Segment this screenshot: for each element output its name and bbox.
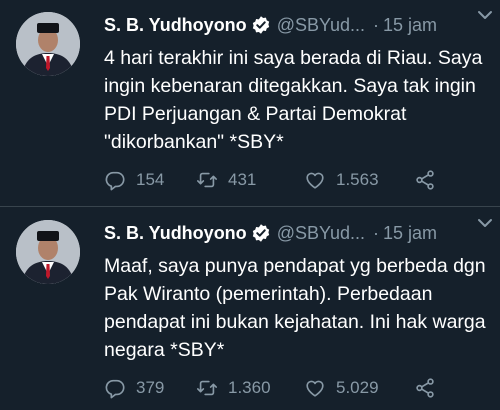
- tweet-actions: 154 431 1.563: [104, 166, 436, 194]
- reply-button[interactable]: 379: [104, 377, 196, 399]
- avatar[interactable]: [16, 220, 80, 284]
- avatar[interactable]: [16, 12, 80, 76]
- retweet-button[interactable]: 1.360: [196, 377, 304, 399]
- share-button[interactable]: [414, 377, 436, 399]
- like-count: 5.029: [336, 378, 379, 397]
- tweet-1[interactable]: S. B. Yudhoyono @SBYud... · 15 jam 4 har…: [0, 0, 500, 207]
- verified-badge-icon: [251, 223, 271, 243]
- tweet-header: S. B. Yudhoyono @SBYud... · 15 jam: [104, 218, 490, 248]
- reply-button[interactable]: 154: [104, 169, 196, 191]
- reply-count: 379: [136, 378, 165, 397]
- share-icon: [416, 378, 434, 398]
- timestamp[interactable]: 15 jam: [383, 15, 437, 36]
- display-name[interactable]: S. B. Yudhoyono: [104, 15, 247, 36]
- tweet-2[interactable]: S. B. Yudhoyono @SBYud... · 15 jam Maaf,…: [0, 208, 500, 410]
- separator-dot: ·: [373, 222, 380, 243]
- retweet-button[interactable]: 431: [196, 169, 304, 191]
- heart-icon: [306, 380, 324, 397]
- share-button[interactable]: [414, 169, 436, 191]
- like-button[interactable]: 5.029: [304, 377, 414, 399]
- avatar-image: [16, 12, 80, 76]
- display-name[interactable]: S. B. Yudhoyono: [104, 223, 247, 244]
- retweet-count: 431: [228, 170, 257, 189]
- tweet-text: Maaf, saya punya pendapat yg berbeda dgn…: [104, 255, 486, 361]
- like-button[interactable]: 1.563: [304, 169, 414, 191]
- reply-count: 154: [136, 170, 165, 189]
- retweet-icon: [197, 172, 217, 188]
- timestamp[interactable]: 15 jam: [383, 223, 437, 244]
- user-handle[interactable]: @SBYud...: [277, 223, 365, 244]
- tweet-actions: 379 1.360 5.029: [104, 374, 436, 402]
- reply-icon: [105, 379, 125, 399]
- user-handle[interactable]: @SBYud...: [277, 15, 365, 36]
- reply-icon: [105, 171, 125, 191]
- tweet-header: S. B. Yudhoyono @SBYud... · 15 jam: [104, 10, 490, 40]
- heart-icon: [306, 172, 324, 189]
- chevron-down-icon[interactable]: [476, 6, 494, 24]
- like-count: 1.563: [336, 170, 379, 189]
- retweet-count: 1.360: [228, 378, 271, 397]
- verified-badge-icon: [251, 15, 271, 35]
- share-icon: [416, 170, 434, 190]
- retweet-icon: [197, 380, 217, 396]
- avatar-image: [16, 220, 80, 284]
- tweet-text: 4 hari terakhir ini saya berada di Riau.…: [104, 47, 483, 153]
- chevron-down-icon[interactable]: [476, 214, 494, 232]
- separator-dot: ·: [373, 14, 380, 35]
